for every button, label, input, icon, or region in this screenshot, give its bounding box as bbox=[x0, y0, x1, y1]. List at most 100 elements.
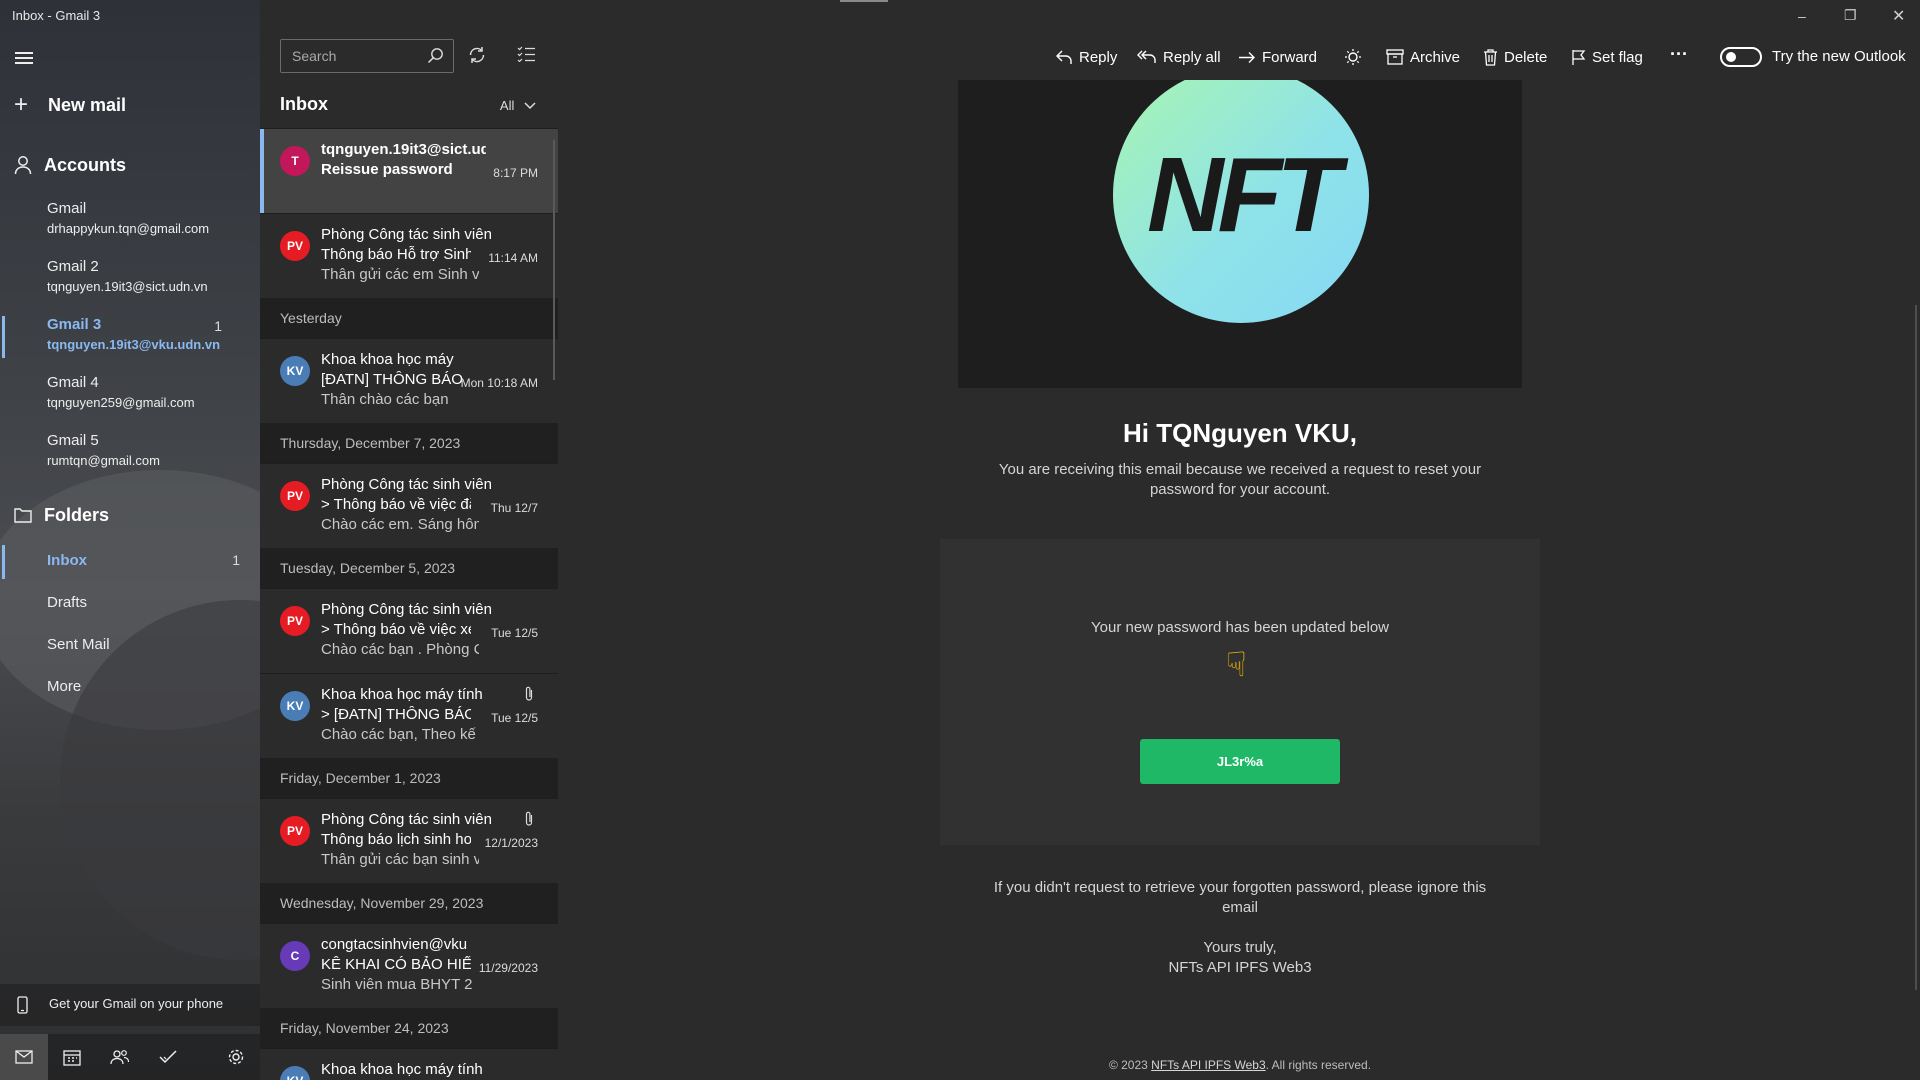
more-actions-button[interactable]: ··· bbox=[1670, 39, 1688, 69]
folder-name: Sent Mail bbox=[47, 636, 110, 653]
account-item[interactable]: Gmail drhappykun.tqn@gmail.com bbox=[0, 194, 260, 250]
avatar: PV bbox=[280, 231, 310, 261]
filter-dropdown[interactable]: All bbox=[500, 98, 536, 113]
account-item[interactable]: Gmail 5 rumtqn@gmail.com bbox=[0, 426, 260, 482]
email-greeting: Hi TQNguyen VKU, bbox=[1122, 418, 1357, 448]
archive-icon bbox=[1386, 49, 1404, 65]
window-title: Inbox - Gmail 3 bbox=[12, 8, 101, 23]
calendar-icon bbox=[63, 1049, 81, 1066]
sync-icon[interactable] bbox=[467, 45, 487, 65]
filter-value: All bbox=[499, 98, 515, 113]
new-outlook-label: Try the new Outlook bbox=[1772, 48, 1906, 65]
message-item[interactable]: C congtacsinhvien@vku KÊ KHAI CÓ BẢO HIỂ… bbox=[260, 923, 558, 1009]
account-name: Gmail 3 bbox=[47, 316, 102, 333]
message-item[interactable]: PV Phòng Công tác sinh viên Thông báo Hỗ… bbox=[260, 213, 558, 299]
archive-button[interactable]: Archive bbox=[1386, 42, 1460, 72]
date-group-header: Wednesday, November 29, 2023 bbox=[260, 883, 558, 923]
message-preview: Thân chào các bạn bbox=[321, 391, 449, 408]
chevron-down-icon bbox=[524, 102, 536, 110]
list-title: Inbox bbox=[280, 94, 328, 114]
message-subject: [ĐATN] THÔNG BÁO bbox=[321, 371, 463, 388]
new-outlook-toggle[interactable] bbox=[1720, 47, 1762, 67]
date-group-header: Friday, November 24, 2023 bbox=[260, 1008, 558, 1048]
message-item[interactable]: KV Khoa khoa học máy [ĐATN] THÔNG BÁO Th… bbox=[260, 338, 558, 424]
message-preview: Thân gửi các bạn sinh viên bbox=[321, 851, 479, 868]
reply-button[interactable]: Reply bbox=[1056, 42, 1117, 72]
attachment-icon bbox=[525, 686, 533, 701]
account-email: tqnguyen.19it3@vku.udn.vn bbox=[47, 337, 221, 352]
password-panel-label: Your new password has been updated below bbox=[1091, 619, 1389, 636]
new-password-button[interactable]: JL3r%a bbox=[1140, 739, 1340, 784]
calendar-app-button[interactable] bbox=[48, 1034, 96, 1080]
phone-icon bbox=[17, 996, 28, 1014]
folder-item-inbox[interactable]: Inbox 1 bbox=[0, 541, 260, 583]
account-item[interactable]: Gmail 2 tqnguyen.19it3@sict.udn.vn bbox=[0, 252, 260, 308]
forward-label: Forward bbox=[1262, 48, 1318, 66]
delete-label: Delete bbox=[1504, 48, 1548, 66]
minimize-button[interactable]: – bbox=[1798, 8, 1806, 24]
navigation-pane: Inbox - Gmail 3 + New mail Accounts Gmai… bbox=[0, 0, 260, 1080]
date-group-label: Yesterday bbox=[280, 310, 342, 326]
search-placeholder: Search bbox=[292, 48, 337, 64]
account-item-active[interactable]: Gmail 3 tqnguyen.19it3@vku.udn.vn 1 bbox=[0, 310, 260, 366]
reply-all-button[interactable]: Reply all bbox=[1137, 42, 1221, 72]
folder-item-more[interactable]: More bbox=[0, 667, 260, 709]
message-sender: Khoa khoa học máy tính bbox=[321, 1061, 483, 1078]
email-hero-banner: NFT bbox=[958, 80, 1522, 388]
list-scrollbar[interactable] bbox=[553, 140, 555, 380]
message-item[interactable]: KV Khoa khoa học máy tính > [ĐATN] THÔNG… bbox=[260, 673, 558, 759]
message-subject: Thông báo lịch sinh hoạt bbox=[321, 831, 471, 848]
account-item[interactable]: Gmail 4 tqnguyen259@gmail.com bbox=[0, 368, 260, 424]
search-icon[interactable] bbox=[427, 47, 444, 64]
reading-scrollbar[interactable] bbox=[1915, 305, 1917, 990]
accounts-header[interactable]: Accounts bbox=[0, 150, 260, 180]
mail-app-button[interactable] bbox=[0, 1034, 48, 1080]
set-flag-button[interactable]: Set flag bbox=[1571, 42, 1643, 72]
gear-icon bbox=[228, 1049, 244, 1065]
message-sender: congtacsinhvien@vku bbox=[321, 936, 468, 953]
archive-label: Archive bbox=[1410, 48, 1461, 66]
message-item[interactable]: KV Khoa khoa học máy tính bbox=[260, 1048, 558, 1080]
message-subject: Reissue password bbox=[321, 161, 453, 178]
message-item-selected[interactable]: T tqnguyen.19it3@sict.udn.vn Reissue pas… bbox=[260, 128, 558, 214]
footer-link[interactable]: NFTs API IPFS Web3 bbox=[1151, 1058, 1265, 1072]
message-subject: Thông báo Hỗ trợ Sinh bbox=[321, 246, 471, 263]
set-flag-label: Set flag bbox=[1592, 48, 1643, 66]
forward-arrow-icon bbox=[1239, 51, 1255, 63]
message-sender: Phòng Công tác sinh viên bbox=[321, 601, 491, 618]
restore-button[interactable]: ❐ bbox=[1844, 7, 1857, 24]
title-bar-drag-indicator bbox=[840, 0, 888, 2]
message-item[interactable]: PV Phòng Công tác sinh viên > Thông báo … bbox=[260, 463, 558, 549]
close-button[interactable]: ✕ bbox=[1892, 6, 1905, 26]
avatar: KV bbox=[280, 356, 310, 386]
email-signoff: Yours truly, NFTs API IPFS Web3 bbox=[978, 938, 1502, 978]
new-mail-button[interactable]: + New mail bbox=[0, 90, 260, 120]
get-gmail-on-phone-link[interactable]: Get your Gmail on your phone bbox=[0, 984, 260, 1026]
unread-count-badge: 1 bbox=[232, 552, 240, 568]
folder-item-drafts[interactable]: Drafts bbox=[0, 583, 260, 625]
message-item[interactable]: PV Phòng Công tác sinh viên Thông báo lị… bbox=[260, 798, 558, 884]
people-app-button[interactable] bbox=[96, 1034, 144, 1080]
date-group-label: Thursday, December 7, 2023 bbox=[280, 435, 461, 451]
folder-item-sent[interactable]: Sent Mail bbox=[0, 625, 260, 667]
reply-label: Reply bbox=[1079, 48, 1118, 66]
delete-button[interactable]: Delete bbox=[1483, 42, 1547, 72]
date-group-label: Tuesday, December 5, 2023 bbox=[280, 560, 456, 576]
message-item[interactable]: PV Phòng Công tác sinh viên > Thông báo … bbox=[260, 588, 558, 674]
selection-mode-icon[interactable] bbox=[517, 46, 536, 62]
account-name: Gmail 4 bbox=[47, 374, 99, 391]
email-body: NFT Hi TQNguyen VKU, You are receiving t… bbox=[558, 80, 1920, 1080]
hamburger-menu-icon[interactable] bbox=[15, 49, 33, 67]
message-sender: Phòng Công tác sinh viên bbox=[321, 811, 491, 828]
search-input[interactable]: Search bbox=[280, 39, 454, 73]
folders-header[interactable]: Folders bbox=[0, 500, 260, 530]
flag-icon bbox=[1572, 49, 1586, 65]
reply-icon bbox=[1056, 50, 1072, 64]
settings-button[interactable] bbox=[212, 1034, 260, 1080]
ignore-notice: If you didn't request to retrieve your f… bbox=[993, 879, 1487, 916]
theme-toggle-button[interactable] bbox=[1344, 42, 1368, 72]
folder-name: More bbox=[47, 678, 82, 695]
forward-button[interactable]: Forward bbox=[1238, 42, 1317, 72]
todo-app-button[interactable] bbox=[144, 1034, 192, 1080]
folders-label: Folders bbox=[44, 504, 110, 525]
